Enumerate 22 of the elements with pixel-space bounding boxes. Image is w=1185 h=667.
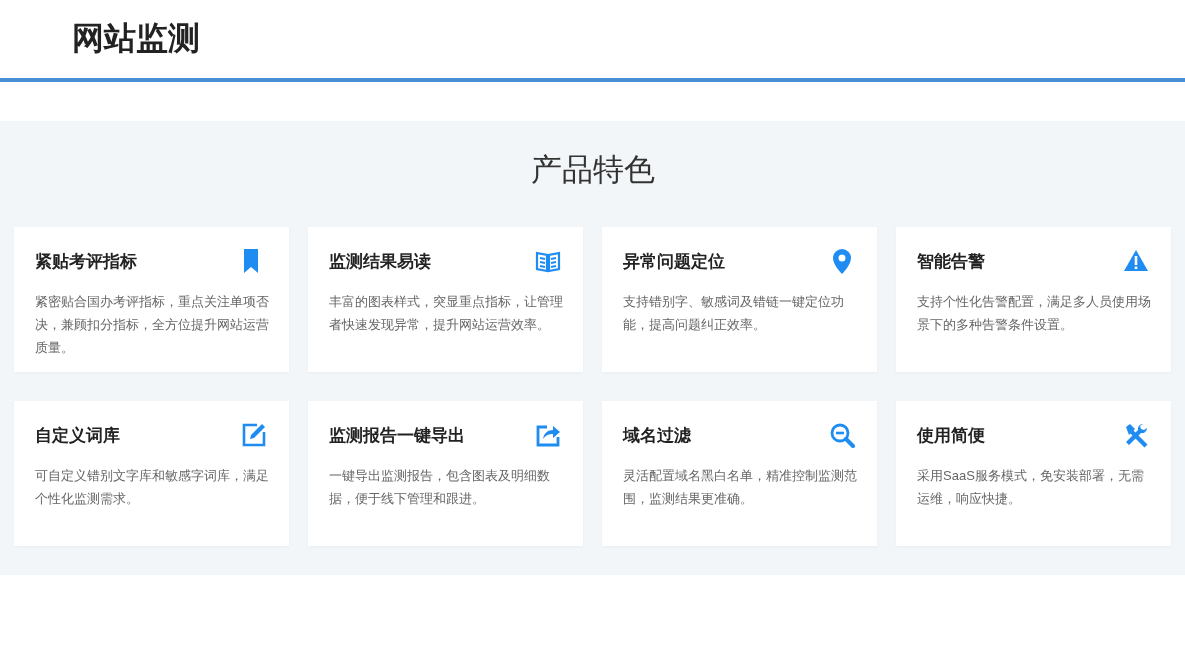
card-description: 灵活配置域名黑白名单，精准控制监测范围，监测结果更准确。 [623,467,857,508]
card-title: 异常问题定位 [623,250,725,273]
card-description: 支持错别字、敏感词及错链一键定位功能，提高问题纠正效率。 [623,293,845,334]
edit-icon [241,422,267,448]
warning-icon [1123,248,1149,274]
page-title: 网站监测 [72,19,200,58]
card-description: 采用SaaS服务模式，免安装部署，无需运维，响应快捷。 [917,467,1145,508]
tools-icon [1123,422,1149,448]
card-title: 自定义词库 [35,424,120,447]
zoom-out-icon [829,422,855,448]
card-title: 域名过滤 [623,424,691,447]
card-title: 紧贴考评指标 [35,250,137,273]
card-title: 智能告警 [917,250,985,273]
card-description: 可自定义错别文字库和敏感字词库，满足个性化监测需求。 [35,467,269,508]
section-title: 产品特色 [529,151,656,189]
card-description: 一键导出监测报告，包含图表及明细数据，便于线下管理和跟进。 [329,467,551,508]
card-description: 丰富的图表样式，突显重点指标，让管理者快速发现异常，提升网站运营效率。 [329,293,563,334]
card-description: 紧密贴合国办考评指标，重点关注单项否决，兼顾扣分指标，全方位提升网站运营质量。 [35,293,269,357]
card-description: 支持个性化告警配置，满足多人员使用场景下的多种告警条件设置。 [917,293,1151,334]
card-title: 监测报告一键导出 [329,424,465,447]
card-title: 监测结果易读 [329,250,431,273]
card-title: 使用简便 [917,424,985,447]
